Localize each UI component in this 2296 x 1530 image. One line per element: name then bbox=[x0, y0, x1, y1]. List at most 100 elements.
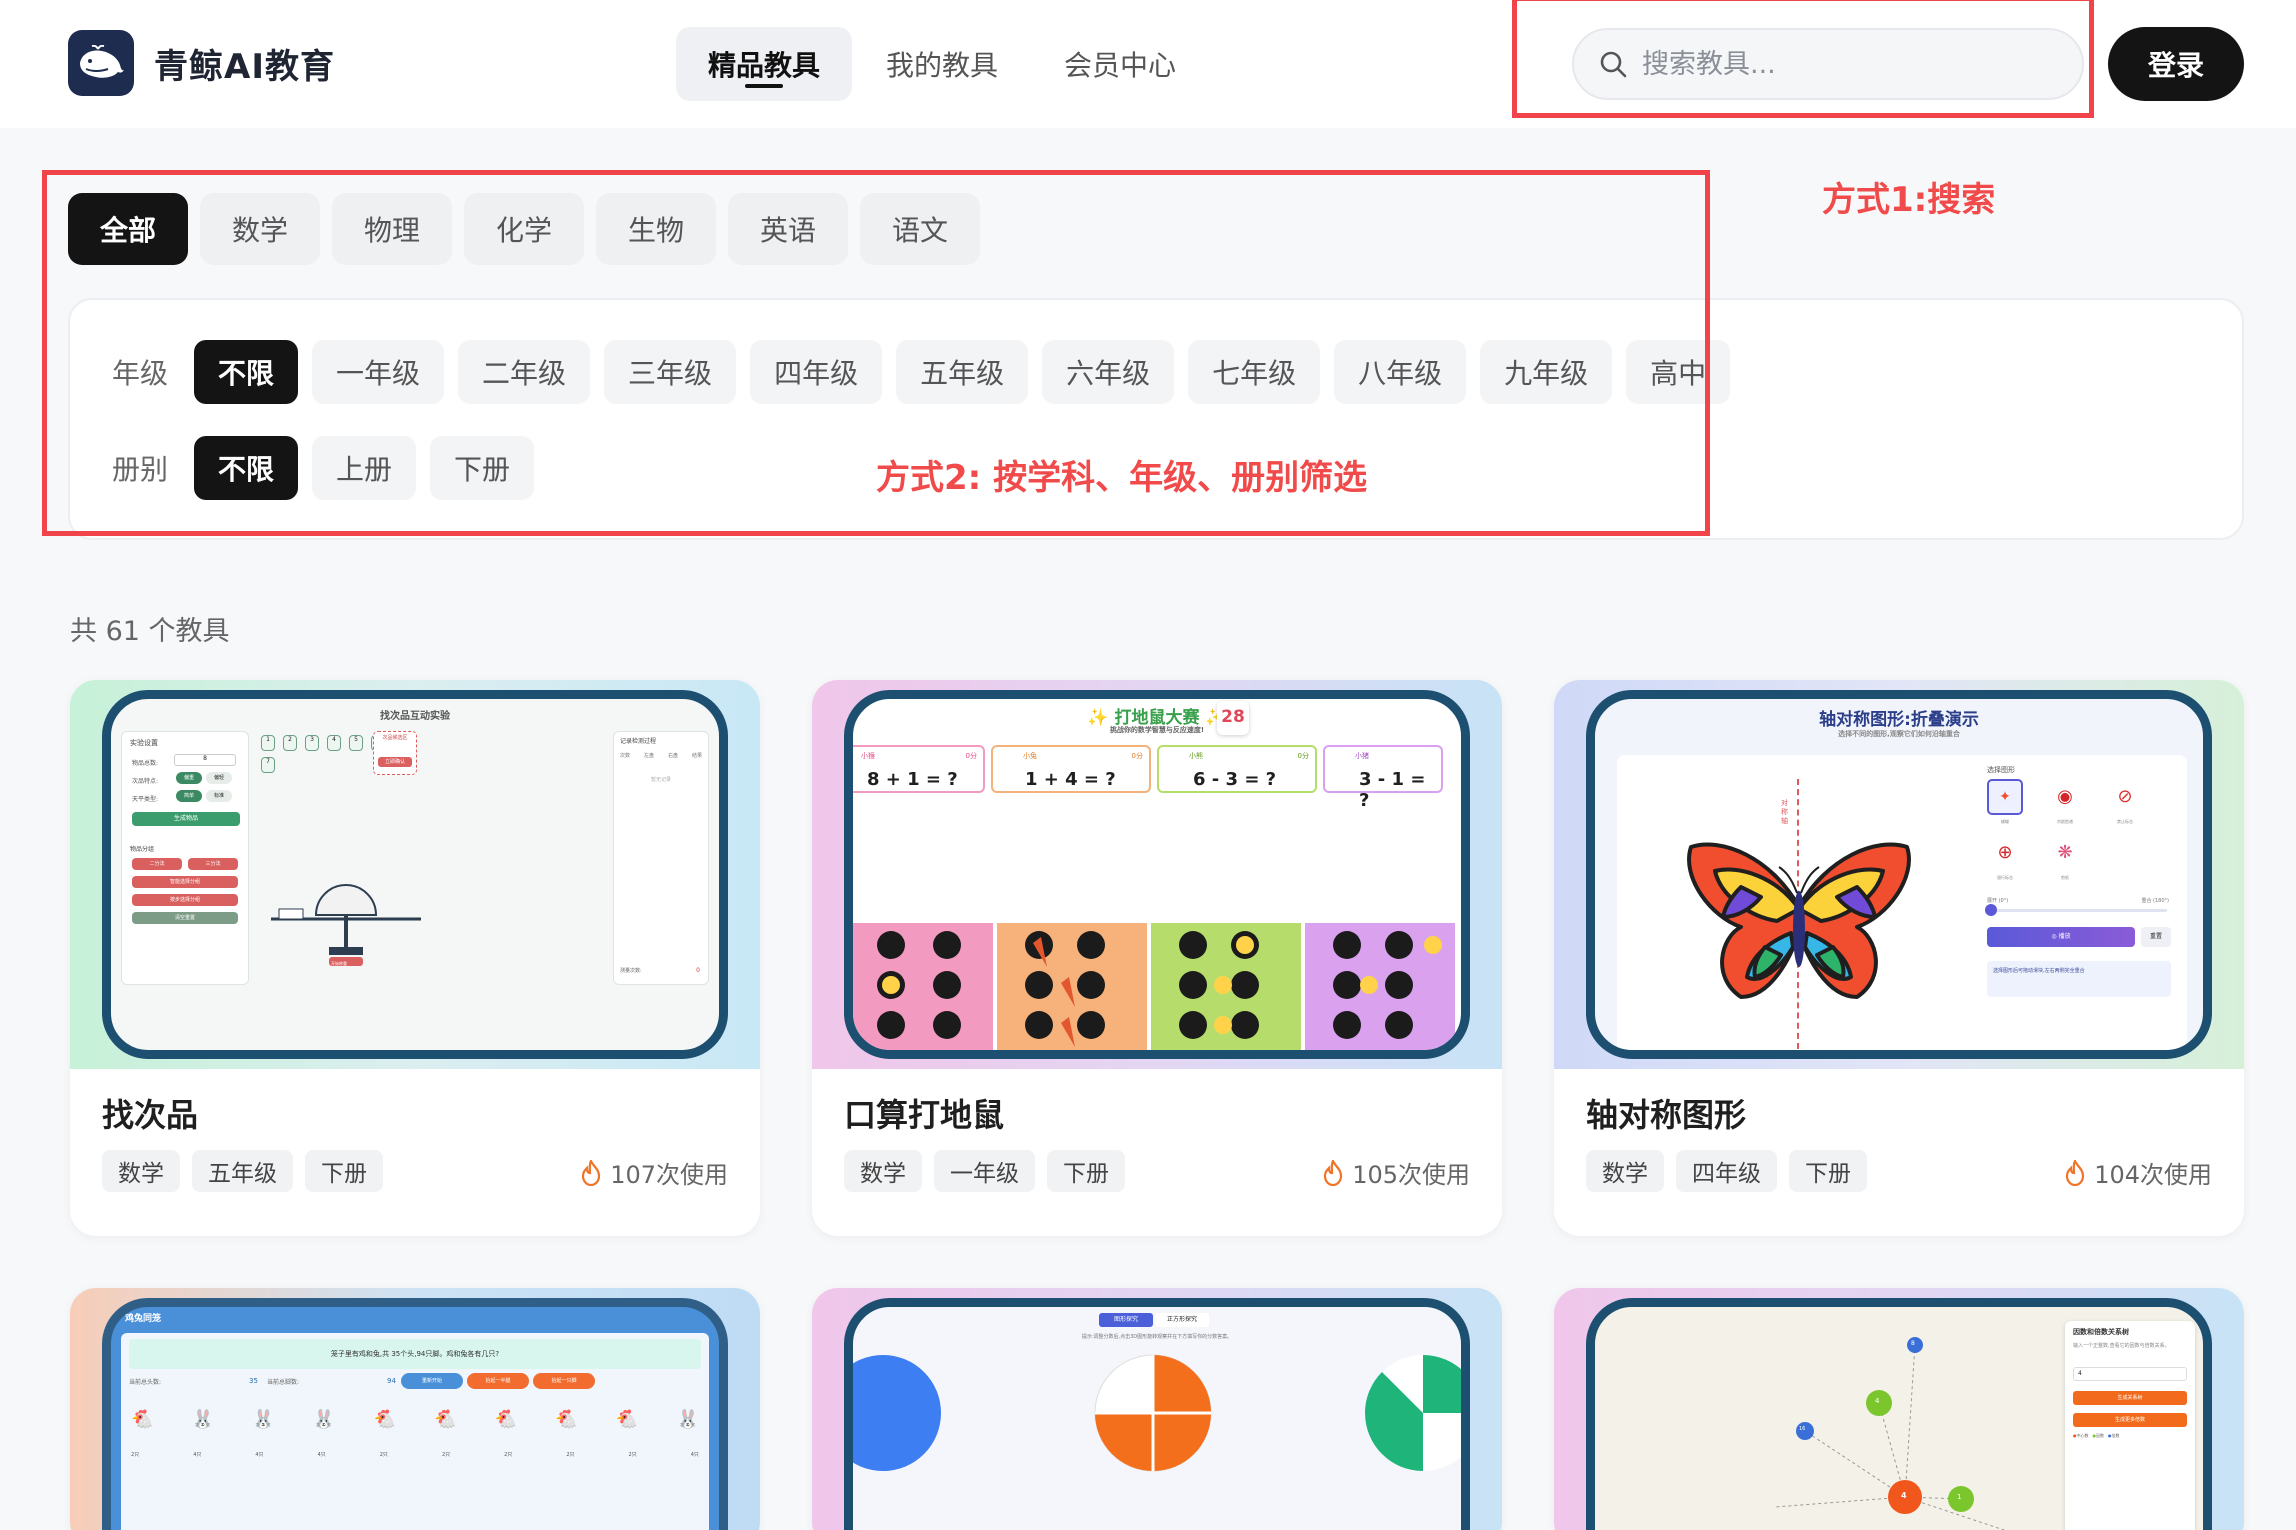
grade-chip-8[interactable]: 八年级 bbox=[1334, 340, 1467, 404]
grade-chip-1[interactable]: 一年级 bbox=[312, 340, 445, 404]
annotation-filter-label: 方式2: 按学科、年级、册别筛选 bbox=[876, 458, 1368, 498]
rabbit-icon: 🐰 bbox=[676, 1409, 699, 1430]
preview-item: 4 bbox=[327, 735, 341, 751]
preview-text: 二分法 bbox=[132, 858, 182, 870]
tool-card[interactable]: 鸡兔同笼 笼子里有鸡和兔,共 35个头,94只脚。鸡和兔各有几只? 当前总头数:… bbox=[70, 1288, 760, 1530]
preview-text: 35 bbox=[249, 1377, 258, 1385]
preview-text: 重新开始 bbox=[401, 1373, 463, 1389]
grade-chip-9[interactable]: 九年级 bbox=[1480, 340, 1613, 404]
preview-text: 暂无记录 bbox=[650, 777, 671, 783]
tool-card[interactable]: ✨ 打地鼠大赛 ✨ 挑战你的数学智慧与反应速度! 28 小猴 0分 8 + 1 … bbox=[812, 680, 1502, 1236]
preview-record-cols: 次数 左盘 右盘 结果 bbox=[620, 752, 702, 759]
flame-icon bbox=[582, 1159, 601, 1186]
card-tags: 数学 一年级 下册 bbox=[844, 1150, 1137, 1192]
preview-text: 4只 bbox=[690, 1452, 699, 1458]
subject-tab-english[interactable]: 英语 bbox=[728, 193, 848, 265]
preview-text: 银行标志 bbox=[1997, 875, 2013, 880]
preview-text: ◎ 播放 bbox=[1987, 927, 2135, 947]
fraction-circles-icon bbox=[853, 1354, 1461, 1472]
grade-filter-row: 年级 不限 一年级 二年级 三年级 四年级 五年级 六年级 七年级 八年级 九年… bbox=[112, 340, 1744, 404]
preview-text: 4只 bbox=[193, 1452, 202, 1458]
preview-text: 次数 bbox=[620, 753, 631, 759]
volume-chip-second[interactable]: 下册 bbox=[430, 436, 535, 500]
preview-text: 立即确认 bbox=[378, 757, 412, 767]
player-name: 小猴 bbox=[861, 752, 875, 760]
tool-card[interactable]: 找次品互动实验 实验设置 物品总数: 8 次品特点: 偏重 偏轻 天平类型: 简… bbox=[70, 680, 760, 1236]
preview-item: 1 bbox=[261, 735, 275, 751]
tag-subject: 数学 bbox=[1586, 1150, 1664, 1192]
card-thumbnail: 8 4 16 4 1 因数和倍数关系树 输入一个正整数,查看它的因数与倍数关系。… bbox=[1554, 1288, 2244, 1530]
subject-tab-chemistry[interactable]: 化学 bbox=[464, 193, 584, 265]
tree-node-label: 8 bbox=[1911, 1340, 1915, 1347]
grade-chip-3[interactable]: 三年级 bbox=[604, 340, 737, 404]
tool-card[interactable]: 图形探究 正方形探究 提示:调整分数后,点击3D图形旋转观察并在下方填写你的分数… bbox=[812, 1288, 1502, 1530]
grade-chip-2[interactable]: 二年级 bbox=[458, 340, 591, 404]
preview-text: 物品总数: bbox=[132, 760, 159, 767]
card-title[interactable]: 口算打地鼠 bbox=[844, 1090, 1004, 1136]
shape-options-panel: 选择图形 ✦ ◉ ⊘ ⊕ ❋ 蝴蝶 京剧脸谱 禁止标志 银行标志 剪纸 展开 (… bbox=[1985, 765, 2177, 1045]
flame-icon bbox=[2066, 1159, 2085, 1186]
preview-text: 2只 bbox=[131, 1452, 140, 1458]
tool-card[interactable]: 8 4 16 4 1 因数和倍数关系树 输入一个正整数,查看它的因数与倍数关系。… bbox=[1554, 1288, 2244, 1530]
card-title[interactable]: 找次品 bbox=[102, 1090, 198, 1136]
grade-chip-high-school[interactable]: 高中 bbox=[1626, 340, 1731, 404]
subject-tab-chinese[interactable]: 语文 bbox=[860, 193, 980, 265]
card-title[interactable]: 轴对称图形 bbox=[1586, 1090, 1746, 1136]
preview-text: 因数 bbox=[2096, 1433, 2104, 1438]
nav-tab-my-tools[interactable]: 我的教具 bbox=[854, 27, 1030, 101]
tree-node-label: 16 bbox=[1799, 1426, 1806, 1432]
preview-text: 当前总头数: bbox=[129, 1379, 162, 1386]
subject-tab-all[interactable]: 全部 bbox=[68, 193, 188, 265]
preview-stage: 笼子里有鸡和兔,共 35个头,94只脚。鸡和兔各有几只? 当前总头数: 35 当… bbox=[121, 1333, 709, 1530]
feet-labels: 2只 4只 4只 4只 2只 2只 2只 2只 2只 4只 bbox=[131, 1451, 699, 1458]
preview-record-panel: 记录检测过程 次数 左盘 右盘 结果 暂无记录 测量次数: 0 bbox=[613, 731, 709, 985]
preview-subtitle: 挑战你的数学智慧与反应速度! bbox=[1109, 726, 1205, 734]
timer: 28 bbox=[1217, 701, 1249, 735]
card-tags: 数学 五年级 下册 bbox=[102, 1150, 395, 1192]
preview-text: 按步选择分组 bbox=[132, 894, 238, 906]
grade-chip-any[interactable]: 不限 bbox=[194, 340, 299, 404]
preview-item: 7 bbox=[261, 757, 275, 773]
chicken-icon: 🐔 bbox=[494, 1409, 518, 1430]
preview-text: 重置 bbox=[2141, 927, 2171, 947]
preview-text: 0 bbox=[696, 967, 700, 974]
option-butterfly: ✦ bbox=[1987, 779, 2023, 815]
brand-logo[interactable]: 青鲸AI教育 bbox=[68, 30, 335, 96]
preview-text: 蝴蝶 bbox=[2001, 819, 2009, 824]
preview-text: 智能选择分组 bbox=[132, 876, 238, 888]
volume-chip-any[interactable]: 不限 bbox=[194, 436, 299, 500]
usage-text: 105次使用 bbox=[1352, 1161, 1470, 1189]
grade-chip-6[interactable]: 六年级 bbox=[1042, 340, 1175, 404]
subject-tab-physics[interactable]: 物理 bbox=[332, 193, 452, 265]
volume-chip-first[interactable]: 上册 bbox=[312, 436, 417, 500]
preview-text: 2只 bbox=[566, 1452, 575, 1458]
preview-text: 物品分组 bbox=[130, 846, 155, 853]
grade-chip-5[interactable]: 五年级 bbox=[896, 340, 1029, 404]
annotation-search-label: 方式1:搜索 bbox=[1822, 180, 1996, 220]
nav-tab-membership[interactable]: 会员中心 bbox=[1032, 27, 1208, 101]
mole-holes-icon bbox=[877, 931, 1442, 1047]
preview-text: 生成物品 bbox=[132, 812, 240, 826]
player-box: 小熊 0分 6 - 3 = ? bbox=[1157, 745, 1317, 793]
tool-card[interactable]: 轴对称图形:折叠演示 选择不同的图形,观察它们如何沿轴重合 对称轴 选择图形 ✦… bbox=[1554, 680, 2244, 1236]
grade-chip-7[interactable]: 七年级 bbox=[1188, 340, 1321, 404]
subject-tab-biology[interactable]: 生物 bbox=[596, 193, 716, 265]
volume-filter-row: 册别 不限 上册 下册 bbox=[112, 436, 548, 500]
player-box: 小猴 0分 8 + 1 = ? bbox=[853, 745, 985, 793]
nav-tab-featured[interactable]: 精品教具 bbox=[676, 27, 853, 101]
subject-tab-math[interactable]: 数学 bbox=[200, 193, 320, 265]
brand-name: 青鲸AI教育 bbox=[154, 46, 335, 87]
chicken-icon: 🐔 bbox=[131, 1409, 154, 1430]
preview-candidate-zone: 次品候选区 立即确认 bbox=[373, 731, 417, 775]
flame-icon bbox=[1324, 1159, 1343, 1186]
login-button[interactable]: 登录 bbox=[2108, 27, 2244, 101]
preview-item: 5 bbox=[349, 735, 363, 751]
chicken-icon: 🐔 bbox=[373, 1409, 396, 1430]
tag-volume: 下册 bbox=[305, 1150, 383, 1192]
grade-chip-4[interactable]: 四年级 bbox=[750, 340, 883, 404]
usage-count: 105次使用 bbox=[1322, 1155, 1470, 1190]
subject-tabs: 全部 数学 物理 化学 生物 英语 语文 bbox=[68, 193, 992, 265]
search-input[interactable] bbox=[1642, 48, 2042, 80]
search-box[interactable] bbox=[1572, 28, 2084, 100]
player-question: 1 + 4 = ? bbox=[1025, 769, 1116, 790]
